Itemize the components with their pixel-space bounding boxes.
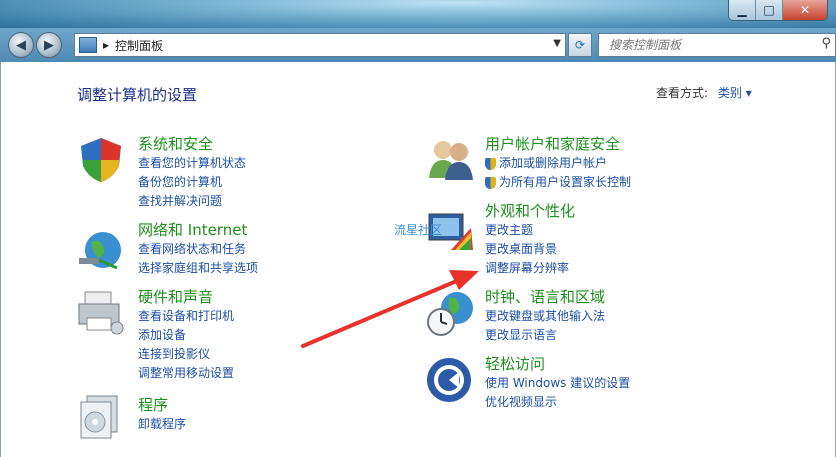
category-title[interactable]: 网络和 Internet [138,220,258,240]
address-separator: ▸ [103,38,110,52]
link-label: 添加或删除用户帐户 [499,156,608,170]
control-panel-content: 调整计算机的设置 查看方式: 类别 ▾ 系统和安全 查看您的计算机状态 备份您的… [0,62,836,457]
link-backup-computer[interactable]: 备份您的计算机 [138,173,246,192]
window-controls: ▁ □ ✕ [728,0,828,21]
category-title[interactable]: 外观和个性化 [485,201,575,221]
link-parental-controls[interactable]: 为所有用户设置家长控制 [485,173,631,192]
category-ease-of-access: 轻松访问 使用 Windows 建议的设置 优化视频显示 [485,354,630,412]
ease-of-access-icon [427,358,471,402]
link-change-keyboard[interactable]: 更改键盘或其他输入法 [485,307,605,326]
category-hardware-sound: 硬件和声音 查看设备和打印机 添加设备 连接到投影仪 调整常用移动设置 [138,287,234,383]
close-button[interactable]: ✕ [782,0,827,20]
minimize-button[interactable]: ▁ [729,0,755,20]
refresh-button[interactable]: ⟳ [568,33,592,57]
category-appearance: 外观和个性化 更改主题 更改桌面背景 调整屏幕分辨率 [485,201,575,278]
category-title[interactable]: 轻松访问 [485,354,630,374]
title-bar: ▁ □ ✕ [0,0,836,28]
view-by-dropdown[interactable]: 类别 ▾ [718,86,752,100]
link-devices-printers[interactable]: 查看设备和打印机 [138,307,234,326]
category-title[interactable]: 时钟、语言和区域 [485,287,605,307]
category-title[interactable]: 用户帐户和家庭安全 [485,134,631,154]
category-system-security: 系统和安全 查看您的计算机状态 备份您的计算机 查找并解决问题 [138,134,246,211]
uac-shield-icon [485,176,496,189]
back-button[interactable]: ◀ [8,32,34,58]
link-change-theme[interactable]: 更改主题 [485,221,575,240]
link-find-fix-problems[interactable]: 查找并解决问题 [138,192,246,211]
control-panel-icon [79,37,97,53]
forward-button[interactable]: ▶ [36,32,62,58]
link-add-remove-accounts[interactable]: 添加或删除用户帐户 [485,154,631,173]
printer-icon [78,291,124,335]
network-globe-icon [79,232,121,270]
breadcrumb-control-panel[interactable]: 控制面板 [115,37,163,54]
category-programs: 程序 卸载程序 [138,395,186,434]
search-icon[interactable]: ⚲ [821,36,831,51]
link-change-display-language[interactable]: 更改显示语言 [485,326,605,345]
category-title[interactable]: 系统和安全 [138,134,246,154]
view-by: 查看方式: 类别 ▾ [656,84,752,101]
clock-globe-icon [427,292,473,336]
users-icon [429,141,473,180]
address-bar[interactable]: ▸ 控制面板 ▼ [74,33,566,57]
navigation-bar: ◀ ▶ ▸ 控制面板 ▼ ⟳ ⚲ [0,28,836,62]
link-homegroup-sharing[interactable]: 选择家庭组和共享选项 [138,259,258,278]
category-network-internet: 网络和 Internet 查看网络状态和任务 选择家庭组和共享选项 [138,220,258,278]
page-title: 调整计算机的设置 [77,86,198,104]
view-by-label: 查看方式: [656,86,709,100]
link-label: 为所有用户设置家长控制 [499,175,632,189]
shield-icon [81,138,121,182]
link-recommended-settings[interactable]: 使用 Windows 建议的设置 [485,374,630,393]
category-title[interactable]: 硬件和声音 [138,287,234,307]
category-clock-language-region: 时钟、语言和区域 更改键盘或其他输入法 更改显示语言 [485,287,605,345]
link-add-device[interactable]: 添加设备 [138,326,234,345]
search-box[interactable]: ⚲ [598,33,836,57]
watermark-text: 流星社区 [394,223,443,237]
search-input[interactable] [607,34,811,56]
link-mobility-settings[interactable]: 调整常用移动设置 [138,364,234,383]
category-title[interactable]: 程序 [138,395,186,415]
link-view-computer-status[interactable]: 查看您的计算机状态 [138,154,246,173]
link-adjust-resolution[interactable]: 调整屏幕分辨率 [485,259,575,278]
category-user-accounts: 用户帐户和家庭安全 添加或删除用户帐户 为所有用户设置家长控制 [485,134,631,192]
link-connect-projector[interactable]: 连接到投影仪 [138,345,234,364]
link-uninstall-program[interactable]: 卸载程序 [138,415,186,434]
programs-icon [80,395,118,439]
address-dropdown-icon[interactable]: ▼ [553,38,561,49]
link-optimize-display[interactable]: 优化视频显示 [485,393,630,412]
link-change-background[interactable]: 更改桌面背景 [485,240,575,259]
link-view-network-status[interactable]: 查看网络状态和任务 [138,240,258,259]
uac-shield-icon [485,157,496,170]
maximize-button[interactable]: □ [755,0,782,20]
